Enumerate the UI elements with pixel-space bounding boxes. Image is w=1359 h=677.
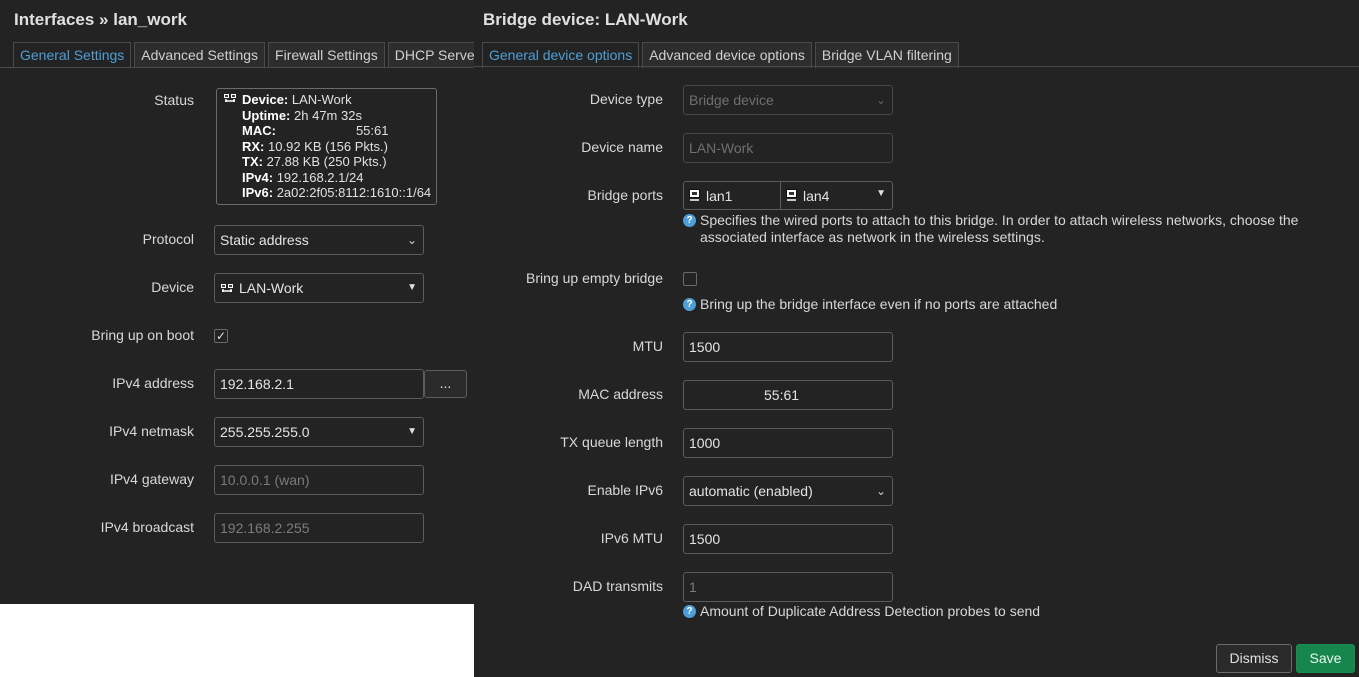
protocol-value: Static address <box>220 232 309 248</box>
ipv6-mtu-label: IPv6 MTU <box>600 530 663 546</box>
status-ipv4-key: IPv4: <box>242 169 274 185</box>
status-tx-value: 27.88 KB (250 Pkts.) <box>266 154 387 169</box>
dad-transmits-help: ? Amount of Duplicate Address Detection … <box>683 603 1333 620</box>
help-icon: ? <box>683 214 696 227</box>
tab-dhcp-server[interactable]: DHCP Server <box>387 42 487 68</box>
dad-transmits-help-text: Amount of Duplicate Address Detection pr… <box>700 603 1041 619</box>
tx-queue-value: 1000 <box>689 435 721 451</box>
help-icon: ? <box>683 605 696 618</box>
chevron-down-icon: ⌄ <box>406 233 417 247</box>
empty-bridge-help: ? Bring up the bridge interface even if … <box>683 296 1333 313</box>
page-title: Interfaces » lan_work <box>14 10 187 29</box>
tab-firewall-settings[interactable]: Firewall Settings <box>268 42 385 68</box>
mac-address-input[interactable]: 55:61 <box>683 380 893 410</box>
mtu-label: MTU <box>632 338 663 354</box>
status-uptime-value: 2h 47m 32s <box>294 107 362 123</box>
mtu-value: 1500 <box>689 339 721 355</box>
tab-divider <box>0 67 474 68</box>
empty-bridge-label: Bring up empty bridge <box>526 270 663 286</box>
empty-bridge-help-text: Bring up the bridge interface even if no… <box>700 296 1058 312</box>
device-name-label: Device name <box>581 139 663 155</box>
device-type-label: Device type <box>589 91 663 107</box>
tab-advanced-settings[interactable]: Advanced Settings <box>134 42 266 68</box>
status-mac-value: 55:61 <box>355 123 389 138</box>
mac-address-value: 55:61 <box>764 387 800 403</box>
device-name-input: LAN-Work <box>683 133 893 163</box>
enable-ipv6-label: Enable IPv6 <box>587 482 664 498</box>
dropdown-triangle-icon: ▼ <box>876 188 886 199</box>
status-tx-key: TX: <box>242 154 263 169</box>
device-type-select: Bridge device ⌄ <box>683 85 893 115</box>
bridge-ports-label: Bridge ports <box>587 187 663 203</box>
status-ipv4-value: 192.168.2.1/24 <box>276 169 364 185</box>
device-type-value: Bridge device <box>689 92 774 108</box>
device-name-value: LAN-Work <box>689 140 754 156</box>
port-lan1-label: lan1 <box>706 187 733 204</box>
dismiss-button[interactable]: Dismiss <box>1216 644 1292 673</box>
enable-ipv6-value: automatic (enabled) <box>689 483 813 499</box>
chevron-down-icon: ⌄ <box>875 484 886 498</box>
device-tabs: General device options Advanced device o… <box>482 42 962 68</box>
enable-ipv6-select[interactable]: automatic (enabled) ⌄ <box>683 476 893 506</box>
empty-bridge-checkbox[interactable] <box>683 272 697 286</box>
interface-tabs: General Settings Advanced Settings Firew… <box>13 42 489 68</box>
dad-transmits-placeholder: 1 <box>689 579 697 595</box>
protocol-label: Protocol <box>142 231 194 247</box>
status-uptime-key: Uptime: <box>242 107 291 123</box>
tab-advanced-device-options[interactable]: Advanced device options <box>642 42 812 68</box>
ethernet-port-icon <box>785 188 799 204</box>
bridge-ports-help: ? Specifies the wired ports to attach to… <box>683 212 1333 245</box>
mac-address-label: MAC address <box>578 386 663 402</box>
ipv6-mtu-value: 1500 <box>689 531 721 547</box>
tx-queue-label: TX queue length <box>560 434 663 450</box>
ipv6-mtu-input[interactable]: 1500 <box>683 524 893 554</box>
dialog-title: Bridge device: LAN-Work <box>483 10 688 29</box>
tab-bridge-vlan-filtering[interactable]: Bridge VLAN filtering <box>814 42 959 68</box>
ethernet-port-icon <box>688 188 702 204</box>
bridge-ports-help-text: Specifies the wired ports to attach to t… <box>700 212 1299 245</box>
tab-general-settings[interactable]: General Settings <box>13 42 132 68</box>
tab-divider <box>474 66 1359 67</box>
chevron-down-icon: ⌄ <box>875 93 886 107</box>
tab-general-device-options[interactable]: General device options <box>482 42 640 68</box>
mtu-input[interactable]: 1500 <box>683 332 893 362</box>
port-lan4-label: lan4 <box>803 187 830 204</box>
save-button[interactable]: Save <box>1296 644 1355 673</box>
status-mac-key: MAC: <box>242 123 276 138</box>
dad-transmits-label: DAD transmits <box>572 578 663 594</box>
port-chip-lan4[interactable]: lan4 ▼ <box>781 182 892 209</box>
tx-queue-input[interactable]: 1000 <box>683 428 893 458</box>
port-chip-lan1[interactable]: lan1 <box>684 182 781 209</box>
dad-transmits-input[interactable]: 1 <box>683 572 893 602</box>
bridge-ports-dropdown[interactable]: lan1 lan4 ▼ <box>683 181 893 210</box>
help-icon: ? <box>683 298 696 311</box>
protocol-select[interactable]: Static address ⌄ <box>214 225 424 255</box>
